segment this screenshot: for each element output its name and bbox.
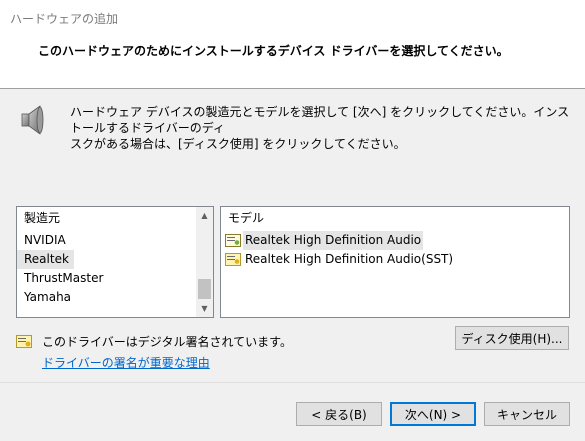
have-disk-button[interactable]: ディスク使用(H)... (455, 326, 569, 350)
manufacturer-column-header: 製造元 (24, 211, 61, 225)
description: ハードウェア デバイスの製造元とモデルを選択して [次へ] をクリックしてくださ… (70, 104, 570, 152)
cancel-button[interactable]: キャンセル (484, 402, 570, 426)
list-item-realtek[interactable]: Realtek (17, 250, 74, 269)
scrollbar-thumb[interactable] (198, 279, 211, 299)
manufacturer-list: NVIDIA Realtek ThrustMaster Yamaha (17, 231, 197, 307)
window-title: ハードウェアの追加 (10, 12, 119, 26)
list-item-realtek-hd-audio[interactable]: Realtek High Definition Audio (225, 231, 455, 250)
scroll-up-icon[interactable]: ▲ (196, 207, 213, 224)
model-label: Realtek High Definition Audio(SST) (245, 252, 454, 266)
speaker-icon (21, 105, 44, 135)
header-panel: ハードウェアの追加 このハードウェアのためにインストールするデバイス ドライバー… (0, 0, 585, 89)
certificate-icon (16, 335, 32, 348)
model-label: Realtek High Definition Audio (243, 231, 424, 250)
footer-divider (0, 382, 585, 383)
list-item-thrustmaster[interactable]: ThrustMaster (17, 269, 197, 288)
scroll-down-icon[interactable]: ▼ (196, 300, 213, 317)
model-listbox[interactable]: モデル Realtek High Definition Audio Realte… (220, 206, 570, 318)
manufacturer-scrollbar[interactable]: ▲ ▼ (196, 207, 213, 317)
back-button[interactable]: < 戻る(B) (296, 402, 382, 426)
certificate-icon (225, 234, 241, 247)
page-instruction: このハードウェアのためにインストールするデバイス ドライバーを選択してください。 (38, 44, 509, 58)
manufacturer-listbox[interactable]: 製造元 NVIDIA Realtek ThrustMaster Yamaha ▲… (16, 206, 214, 318)
description-line-2: スクがある場合は、[ディスク使用] をクリックしてください。 (70, 137, 406, 151)
model-list: Realtek High Definition Audio Realtek Hi… (225, 231, 455, 269)
next-button[interactable]: 次へ(N) > (390, 402, 476, 426)
signature-status: このドライバーはデジタル署名されています。 (42, 335, 292, 349)
signature-info-link[interactable]: ドライバーの署名が重要な理由 (42, 354, 210, 371)
list-item-realtek-hd-audio-sst[interactable]: Realtek High Definition Audio(SST) (225, 250, 455, 269)
description-line-1: ハードウェア デバイスの製造元とモデルを選択して [次へ] をクリックしてくださ… (70, 105, 570, 135)
list-item-nvidia[interactable]: NVIDIA (17, 231, 197, 250)
certificate-icon (225, 253, 241, 266)
list-item-yamaha[interactable]: Yamaha (17, 288, 197, 307)
model-column-header: モデル (228, 211, 265, 225)
